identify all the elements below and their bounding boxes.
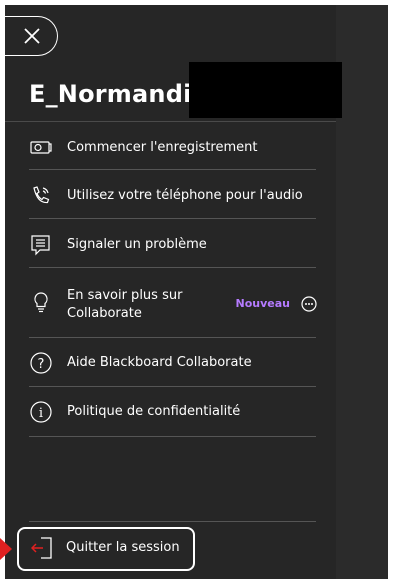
red-arrow-pointer	[0, 538, 12, 560]
menu-divider	[29, 386, 316, 387]
svg-text:?: ?	[38, 357, 45, 372]
close-button[interactable]	[0, 16, 58, 56]
side-strip	[336, 5, 388, 579]
exit-icon	[31, 537, 52, 559]
phone-icon	[29, 184, 53, 208]
redaction-box	[189, 62, 342, 118]
close-icon	[24, 28, 40, 44]
menu-item-learn-more[interactable]: En savoir plus sur Collaborate Nouveau	[29, 287, 316, 323]
header-divider	[5, 121, 336, 122]
lightbulb-icon	[29, 290, 53, 314]
quit-session-label: Quitter la session	[66, 540, 180, 555]
recording-icon	[29, 136, 53, 160]
menu-divider	[29, 169, 316, 170]
menu-divider	[29, 218, 316, 219]
info-icon: i	[29, 400, 53, 424]
report-problem-icon	[29, 233, 53, 257]
svg-text:i: i	[39, 406, 43, 421]
menu-divider	[29, 267, 316, 268]
menu-divider	[29, 337, 316, 338]
new-badge: Nouveau	[235, 297, 290, 310]
help-icon: ?	[29, 351, 53, 375]
more-options-icon[interactable]	[301, 296, 317, 312]
menu-divider	[29, 436, 316, 437]
footer-divider	[29, 521, 316, 522]
